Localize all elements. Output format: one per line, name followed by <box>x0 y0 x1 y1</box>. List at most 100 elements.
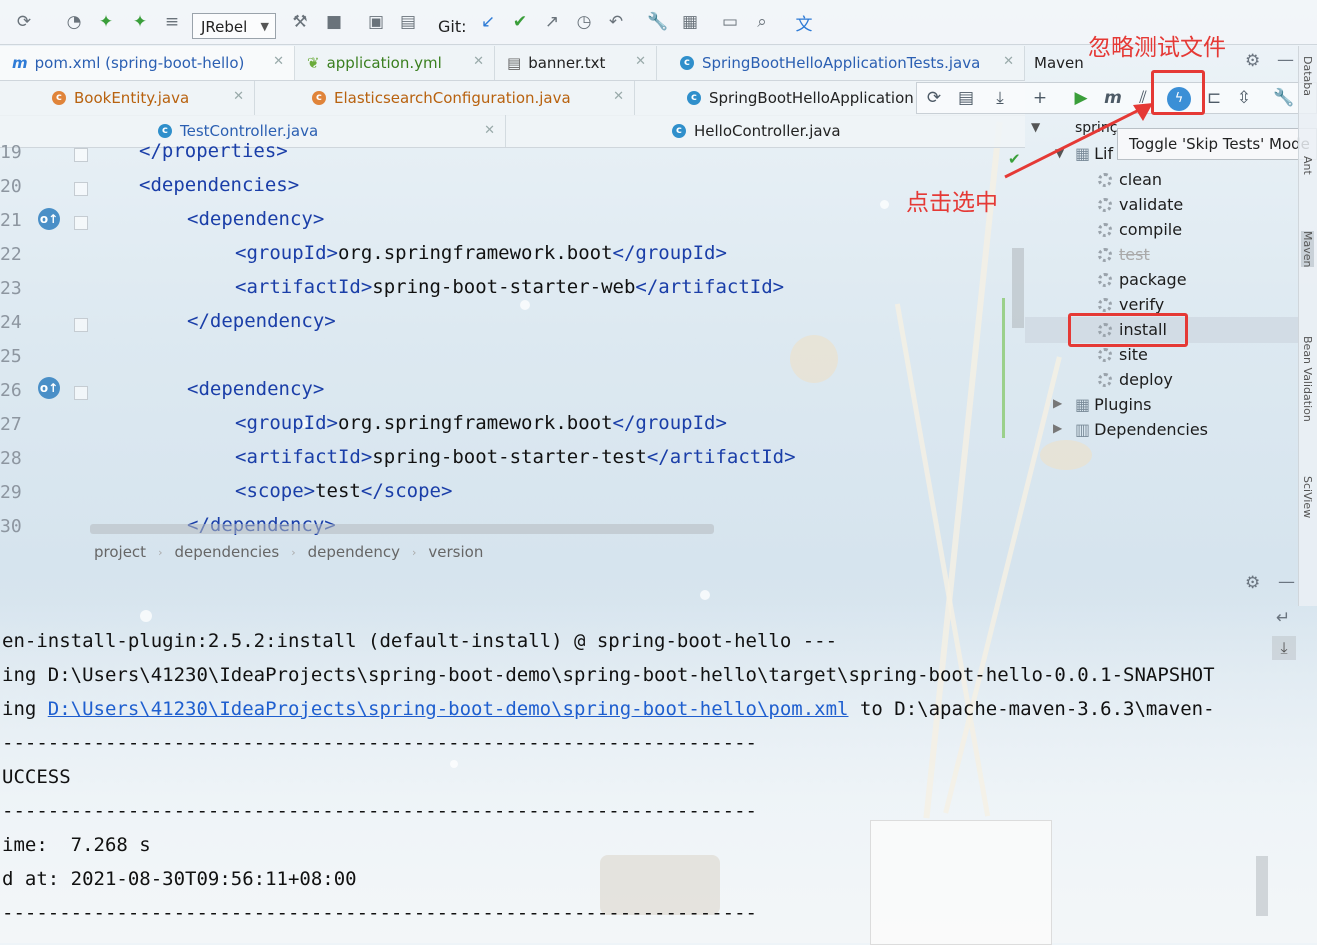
code-tag: dependencies <box>150 174 288 196</box>
fold-marker[interactable] <box>74 386 88 400</box>
tree-item-plugins[interactable]: ▦ Plugins <box>1075 395 1151 414</box>
console-file-link[interactable]: D:\Users\41230\IdeaProjects\spring-boot-… <box>48 698 849 720</box>
expand-arrow-icon[interactable]: ▶ <box>1053 421 1062 435</box>
close-icon[interactable]: ✕ <box>1003 54 1014 69</box>
lifecycle-compile[interactable]: compile <box>1098 220 1182 239</box>
class-icon: c <box>158 124 172 138</box>
minimize-icon[interactable]: — <box>1277 50 1294 70</box>
code-line: <groupId>org.springframework.boot</group… <box>235 242 727 264</box>
fold-marker[interactable] <box>74 216 88 230</box>
update-running-icon[interactable]: ◔ <box>62 10 86 34</box>
git-commit-icon[interactable]: ✔ <box>508 10 532 34</box>
lifecycle-validate[interactable]: validate <box>1098 195 1183 214</box>
lifecycle-label: package <box>1119 270 1187 289</box>
tab-hello-application[interactable]: c SpringBootHelloApplication <box>675 81 915 115</box>
jrebel-run-icon[interactable]: ✦ <box>94 10 118 34</box>
tool-window-bean-validation[interactable]: Bean Validation <box>1301 336 1314 422</box>
stop-icon[interactable]: ■ <box>322 10 346 34</box>
translate-icon[interactable]: 文 <box>792 10 816 35</box>
spring-leaf-icon: ❦ <box>307 54 320 72</box>
tool-window-database[interactable]: Databa <box>1301 56 1314 96</box>
lifecycle-verify[interactable]: verify <box>1098 295 1164 314</box>
tool-window-ant[interactable]: Ant <box>1301 156 1314 175</box>
editor-tabs-row-2: c BookEntity.java ✕ c ElasticsearchConfi… <box>0 81 1025 116</box>
breadcrumb-item[interactable]: project <box>94 543 146 561</box>
generate-sources-icon[interactable]: ▤ <box>955 87 977 109</box>
tab-pom-xml[interactable]: m pom.xml (spring-boot-hello) ✕ <box>0 46 295 80</box>
terminal-icon[interactable]: ▭ <box>718 10 742 34</box>
gear-icon[interactable]: ⚙ <box>1245 51 1260 71</box>
maven-m-icon: m <box>12 54 28 72</box>
git-push-icon[interactable]: ↗ <box>540 10 564 34</box>
maven-settings-icon[interactable]: 🔧 <box>1273 87 1295 109</box>
console-output[interactable]: en-install-plugin:2.5.2:install (default… <box>0 626 1270 943</box>
breadcrumb-item[interactable]: dependencies <box>174 543 279 561</box>
tab-label: SpringBootHelloApplicationTests.java <box>702 54 981 72</box>
console-line: ing D:\Users\41230\IdeaProjects\spring-b… <box>2 698 1215 720</box>
class-icon: c <box>680 56 694 70</box>
collapse-all-icon[interactable]: ⇳ <box>1233 87 1255 109</box>
horizontal-scrollbar[interactable] <box>90 524 714 534</box>
lifecycle-package[interactable]: package <box>1098 270 1187 289</box>
soft-wrap-icon[interactable]: ↵ <box>1276 608 1290 628</box>
lifecycle-test[interactable]: test <box>1098 245 1150 264</box>
debug-config-icon[interactable]: ⟳ <box>12 10 36 34</box>
tool-window-maven[interactable]: Maven <box>1301 231 1314 268</box>
line-number: 28 <box>0 448 22 469</box>
code-tag: scope <box>246 480 304 502</box>
lifecycle-site[interactable]: site <box>1098 345 1148 364</box>
line-number: 29 <box>0 482 22 503</box>
close-icon[interactable]: ✕ <box>233 89 244 104</box>
minimize-icon[interactable]: — <box>1278 572 1295 592</box>
editor-scrollbar[interactable] <box>1012 248 1024 328</box>
profile-icon[interactable]: ▤ <box>396 10 420 34</box>
search-icon[interactable]: ⌕ <box>750 10 774 34</box>
fold-marker[interactable] <box>74 148 88 162</box>
reload-icon[interactable]: ⟳ <box>923 87 945 109</box>
tab-book-entity[interactable]: c BookEntity.java ✕ <box>40 81 255 115</box>
settings-wrench-icon[interactable]: 🔧 <box>646 10 670 34</box>
tab-application-yml[interactable]: ❦ application.yml ✕ <box>295 46 495 80</box>
close-icon[interactable]: ✕ <box>613 89 624 104</box>
scroll-to-end-icon[interactable]: ⤓ <box>1272 636 1296 660</box>
close-icon[interactable]: ✕ <box>484 123 495 138</box>
code-open: < <box>235 242 247 264</box>
rollback-icon[interactable]: ↶ <box>604 10 628 34</box>
breadcrumb-item[interactable]: version <box>428 543 483 561</box>
show-dependencies-icon[interactable]: ⊏ <box>1203 87 1225 109</box>
gear-icon[interactable]: ⚙ <box>1245 573 1260 593</box>
console-scrollbar[interactable] <box>1256 856 1268 916</box>
git-update-icon[interactable]: ↙ <box>476 10 500 34</box>
close-icon[interactable]: ✕ <box>273 54 284 69</box>
close-icon[interactable]: ✕ <box>635 54 646 69</box>
breadcrumb-item[interactable]: dependency <box>308 543 400 561</box>
expand-arrow-icon[interactable]: ▶ <box>1053 396 1062 410</box>
list-icon[interactable]: ≡ <box>160 10 184 34</box>
override-gutter-icon[interactable]: o↑ <box>38 208 60 230</box>
close-icon[interactable]: ✕ <box>473 54 484 69</box>
tab-application-tests[interactable]: c SpringBootHelloApplicationTests.java ✕ <box>668 46 1025 80</box>
line-number: 19 <box>0 142 22 163</box>
override-gutter-icon[interactable]: o↑ <box>38 377 60 399</box>
tab-hello-controller[interactable]: c HelloController.java <box>660 115 1020 147</box>
project-structure-icon[interactable]: ▦ <box>678 10 702 34</box>
code-text: org.springframework.boot <box>337 412 613 434</box>
coverage-icon[interactable]: ▣ <box>364 10 388 34</box>
history-icon[interactable]: ◷ <box>572 10 596 34</box>
lifecycle-deploy[interactable]: deploy <box>1098 370 1173 389</box>
code-editor[interactable]: 19 20 21 22 23 24 25 26 27 28 29 30 o↑ o… <box>0 140 1025 538</box>
console-line: ----------------------------------------… <box>2 800 757 822</box>
fold-marker[interactable] <box>74 318 88 332</box>
fold-marker[interactable] <box>74 182 88 196</box>
jrebel-debug-icon[interactable]: ✦ <box>128 10 152 34</box>
code-line: </properties> <box>139 140 288 162</box>
hammer-icon[interactable]: ⚒ <box>288 10 312 34</box>
run-config-select[interactable]: JRebel ▼ <box>192 13 276 39</box>
console-header: ⚙ — <box>0 566 1317 600</box>
tab-banner-txt[interactable]: ▤ banner.txt ✕ <box>495 46 657 80</box>
tool-window-sciview[interactable]: SciView <box>1301 476 1314 518</box>
chevron-right-icon: › <box>412 545 417 559</box>
tree-item-dependencies[interactable]: ▥ Dependencies <box>1075 420 1208 439</box>
tab-elasticsearch-config[interactable]: c ElasticsearchConfiguration.java ✕ <box>300 81 635 115</box>
code-close: > <box>303 480 316 502</box>
